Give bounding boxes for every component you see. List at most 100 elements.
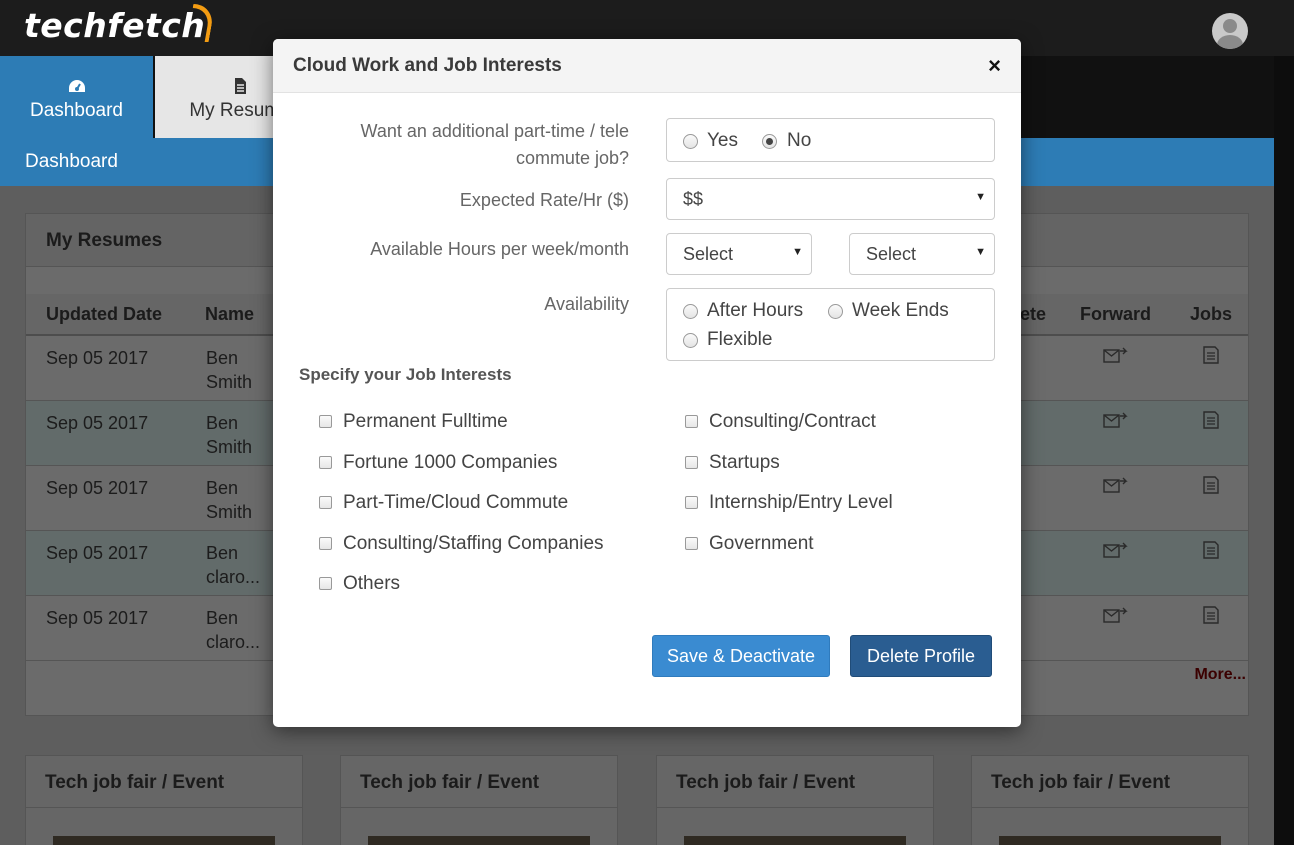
- event-image: [684, 836, 906, 845]
- rate-select-value: $$: [683, 189, 704, 209]
- interest-others-label[interactable]: Others: [343, 573, 400, 595]
- interest-government-checkbox[interactable]: [685, 537, 698, 550]
- event-card-title: Tech job fair / Event: [360, 772, 540, 793]
- part-time-no-label[interactable]: No: [787, 130, 811, 152]
- close-icon[interactable]: ×: [988, 53, 1001, 79]
- event-image: [999, 836, 1221, 845]
- row-name-first[interactable]: Ben: [206, 346, 238, 370]
- event-card[interactable]: Tech job fair / Event: [971, 755, 1249, 845]
- user-avatar[interactable]: [1212, 13, 1248, 49]
- interest-others-checkbox[interactable]: [319, 577, 332, 590]
- interest-internship-label[interactable]: Internship/Entry Level: [709, 492, 893, 514]
- row-date: Sep 05 2017: [46, 413, 149, 433]
- col-jobs[interactable]: Jobs: [1190, 304, 1232, 325]
- availability-flexible-label[interactable]: Flexible: [707, 329, 772, 351]
- chevron-down-icon: ▼: [975, 246, 986, 258]
- delete-profile-button[interactable]: Delete Profile: [850, 635, 992, 677]
- tab-dashboard[interactable]: Dashboard: [0, 56, 153, 138]
- interest-permanent-fulltime-checkbox[interactable]: [319, 415, 332, 428]
- breadcrumb-dashboard[interactable]: Dashboard: [25, 151, 118, 173]
- row-name-first[interactable]: Ben: [206, 411, 238, 435]
- interest-fortune-1000-label[interactable]: Fortune 1000 Companies: [343, 452, 557, 474]
- interest-government-label[interactable]: Government: [709, 533, 814, 555]
- availability-after-hours-label[interactable]: After Hours: [707, 300, 803, 322]
- forward-mail-icon[interactable]: [1103, 540, 1129, 560]
- col-name[interactable]: Name: [205, 304, 254, 325]
- forward-mail-icon[interactable]: [1103, 345, 1129, 365]
- dashboard-icon: [68, 80, 85, 92]
- document-icon: [235, 78, 246, 94]
- interest-internship-checkbox[interactable]: [685, 496, 698, 509]
- interest-startups-checkbox[interactable]: [685, 456, 698, 469]
- job-interests-heading: Specify your Job Interests: [299, 365, 512, 384]
- tab-dashboard-label: Dashboard: [30, 100, 123, 121]
- row-name-first[interactable]: Ben: [206, 476, 238, 500]
- forward-mail-icon[interactable]: [1103, 605, 1129, 625]
- row-name-first[interactable]: Ben: [206, 541, 238, 565]
- row-name-last[interactable]: claro...: [206, 630, 260, 654]
- availability-flexible-radio[interactable]: [683, 333, 698, 348]
- row-name-first[interactable]: Ben: [206, 606, 238, 630]
- event-card[interactable]: Tech job fair / Event: [656, 755, 934, 845]
- event-image: [53, 836, 275, 845]
- jobs-icon[interactable]: [1198, 410, 1224, 430]
- more-resumes-link[interactable]: More...: [1194, 666, 1246, 684]
- col-forward[interactable]: Forward: [1080, 304, 1151, 325]
- row-name-last[interactable]: claro...: [206, 565, 260, 589]
- col-updated-date[interactable]: Updated Date: [46, 304, 162, 325]
- modal-title: Cloud Work and Job Interests: [293, 55, 562, 76]
- hours-select-2[interactable]: Select ▼: [849, 233, 995, 275]
- availability-after-hours-radio[interactable]: [683, 304, 698, 319]
- part-time-no-radio[interactable]: [762, 134, 777, 149]
- forward-mail-icon[interactable]: [1103, 475, 1129, 495]
- save-deactivate-button[interactable]: Save & Deactivate: [652, 635, 830, 677]
- part-time-yes-radio[interactable]: [683, 134, 698, 149]
- hours-select-1-value: Select: [683, 244, 734, 264]
- interest-consulting-contract-label[interactable]: Consulting/Contract: [709, 411, 876, 433]
- chevron-down-icon: ▼: [792, 246, 803, 258]
- row-name-last[interactable]: Smith: [206, 370, 252, 394]
- col-delete[interactable]: ete: [1020, 304, 1046, 325]
- interest-consulting-contract-checkbox[interactable]: [685, 415, 698, 428]
- event-card-title: Tech job fair / Event: [45, 772, 225, 793]
- interest-part-time-checkbox[interactable]: [319, 496, 332, 509]
- forward-mail-icon[interactable]: [1103, 410, 1129, 430]
- hours-label: Available Hours per week/month: [370, 239, 629, 259]
- jobs-icon[interactable]: [1198, 540, 1224, 560]
- availability-week-ends-label[interactable]: Week Ends: [852, 300, 949, 322]
- availability-week-ends-radio[interactable]: [828, 304, 843, 319]
- hours-select-2-value: Select: [866, 244, 917, 264]
- row-name-last[interactable]: Smith: [206, 500, 252, 524]
- techfetch-logo[interactable]: techfetch: [24, 6, 205, 45]
- interest-fortune-1000-checkbox[interactable]: [319, 456, 332, 469]
- jobs-icon[interactable]: [1198, 475, 1224, 495]
- hours-select-1[interactable]: Select ▼: [666, 233, 812, 275]
- event-card-title: Tech job fair / Event: [991, 772, 1171, 793]
- availability-label: Availability: [544, 294, 629, 314]
- rate-label: Expected Rate/Hr ($): [459, 190, 629, 210]
- jobs-icon[interactable]: [1198, 605, 1224, 625]
- event-card[interactable]: Tech job fair / Event: [340, 755, 618, 845]
- event-image: [368, 836, 590, 845]
- my-resumes-title: My Resumes: [46, 230, 163, 251]
- chevron-down-icon: ▼: [975, 191, 986, 203]
- modal-header: Cloud Work and Job Interests ×: [273, 39, 1021, 93]
- row-date: Sep 05 2017: [46, 608, 149, 628]
- interest-consulting-staffing-checkbox[interactable]: [319, 537, 332, 550]
- event-card[interactable]: Tech job fair / Event: [25, 755, 303, 845]
- interest-part-time-label[interactable]: Part-Time/Cloud Commute: [343, 492, 568, 514]
- part-time-radio-group: Yes No: [666, 118, 995, 162]
- row-date: Sep 05 2017: [46, 478, 149, 498]
- availability-radio-group: After Hours Week Ends Flexible: [666, 288, 995, 361]
- interest-permanent-fulltime-label[interactable]: Permanent Fulltime: [343, 411, 508, 433]
- row-date: Sep 05 2017: [46, 543, 149, 563]
- row-date: Sep 05 2017: [46, 348, 149, 368]
- interest-consulting-staffing-label[interactable]: Consulting/Staffing Companies: [343, 533, 604, 555]
- job-interests-modal: Cloud Work and Job Interests × Want an a…: [273, 39, 1021, 727]
- page-scroll-gutter: [1274, 56, 1294, 845]
- part-time-yes-label[interactable]: Yes: [707, 130, 738, 152]
- jobs-icon[interactable]: [1198, 345, 1224, 365]
- interest-startups-label[interactable]: Startups: [709, 452, 780, 474]
- row-name-last[interactable]: Smith: [206, 435, 252, 459]
- rate-select[interactable]: $$ ▼: [666, 178, 995, 220]
